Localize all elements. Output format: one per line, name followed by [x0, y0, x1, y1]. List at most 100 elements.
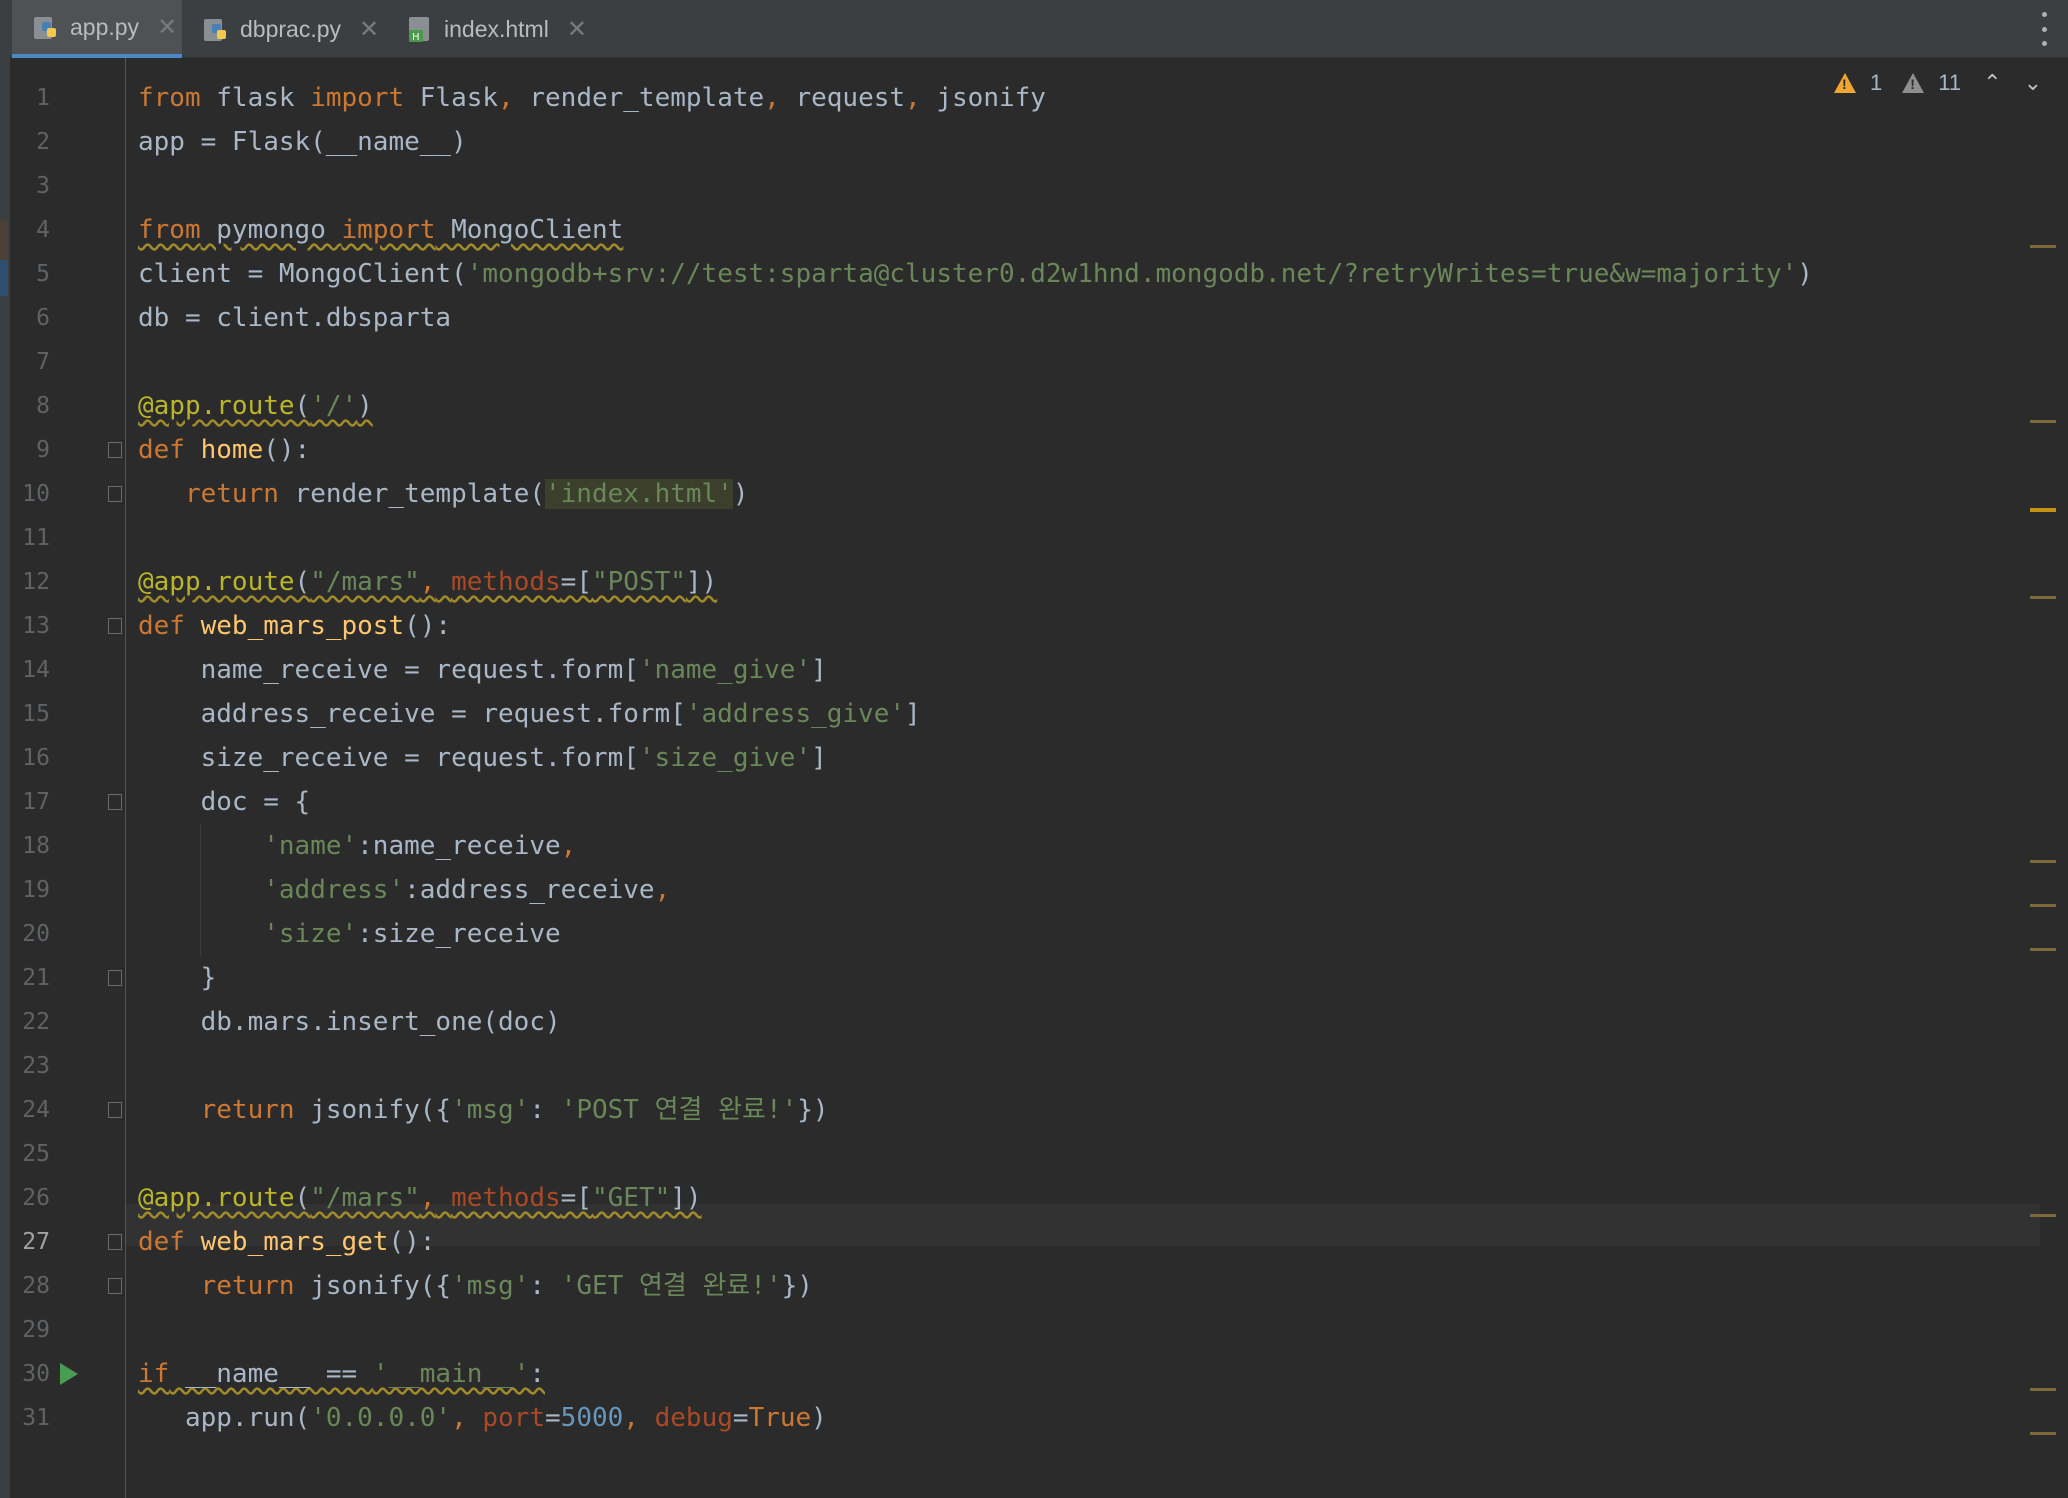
line-number[interactable]: 15	[10, 692, 50, 736]
line-number[interactable]: 26	[10, 1176, 50, 1220]
python-file-icon	[32, 13, 60, 41]
code-text: db.mars.insert_one(doc)	[138, 1007, 561, 1037]
code-text: @app.route('/')	[138, 391, 373, 421]
code-text: name_receive = request.form['name_give']	[138, 655, 827, 685]
line-number[interactable]: 2	[10, 120, 50, 164]
line-number[interactable]: 9	[10, 428, 50, 472]
close-icon[interactable]: ✕	[157, 13, 177, 42]
line-number[interactable]: 7	[10, 340, 50, 384]
code-text: return render_template('index.html')	[184, 479, 749, 509]
scrollbar-warning-marker[interactable]	[2030, 596, 2056, 599]
code-text: return jsonify({'msg': 'GET 연결 완료!'})	[200, 1271, 813, 1301]
line-number[interactable]: 4	[10, 208, 50, 252]
close-icon[interactable]: ✕	[567, 15, 587, 44]
code-text: from pymongo import MongoClient	[138, 215, 624, 245]
editor-tab-bar: app.py ✕ dbprac.py ✕ H index.html ✕	[0, 0, 2068, 58]
scrollbar-warning-marker[interactable]	[2030, 245, 2056, 248]
html-file-icon: H	[406, 15, 434, 43]
chevron-up-icon[interactable]: ⌃	[1983, 70, 2001, 96]
line-number[interactable]: 12	[10, 560, 50, 604]
code-text: db = client.dbsparta	[138, 303, 452, 333]
strip-marker-active	[0, 260, 8, 296]
line-number[interactable]: 30	[10, 1352, 50, 1396]
scrollbar-warning-marker[interactable]	[2030, 948, 2056, 951]
line-number[interactable]: 23	[10, 1044, 50, 1088]
gutter-divider	[125, 58, 126, 1498]
code-text: @app.route("/mars", methods=["POST"])	[138, 567, 718, 597]
code-text: 'name':name_receive,	[263, 831, 577, 861]
chevron-down-icon[interactable]: ⌄	[2024, 70, 2042, 96]
line-number[interactable]: 31	[10, 1396, 50, 1440]
line-number[interactable]: 17	[10, 780, 50, 824]
warning-icon	[1834, 73, 1857, 93]
more-options-icon[interactable]	[2034, 12, 2054, 46]
line-number[interactable]: 21	[10, 956, 50, 1000]
line-number[interactable]: 8	[10, 384, 50, 428]
fold-marker-icon[interactable]	[108, 442, 122, 458]
fold-marker-icon[interactable]	[108, 1278, 122, 1294]
tab-app-py[interactable]: app.py ✕	[12, 0, 182, 58]
tab-label: dbprac.py	[240, 15, 342, 42]
tab-index-html[interactable]: H index.html ✕	[390, 0, 600, 58]
scrollbar-warning-marker[interactable]	[2030, 1432, 2056, 1435]
line-number[interactable]: 3	[10, 164, 50, 208]
line-number[interactable]: 13	[10, 604, 50, 648]
scrollbar-warning-marker[interactable]	[2030, 1214, 2056, 1217]
code-text: client = MongoClient('mongodb+srv://test…	[138, 259, 1813, 289]
line-number[interactable]: 10	[10, 472, 50, 516]
scrollbar-warning-marker[interactable]	[2030, 1388, 2056, 1391]
tab-label: app.py	[70, 13, 140, 40]
fold-marker-icon[interactable]	[108, 486, 122, 502]
line-number[interactable]: 20	[10, 912, 50, 956]
fold-marker-icon[interactable]	[108, 1102, 122, 1118]
tab-label: index.html	[444, 15, 549, 42]
fold-marker-icon[interactable]	[108, 1234, 122, 1250]
tool-window-strip	[0, 0, 10, 1498]
line-number[interactable]: 16	[10, 736, 50, 780]
line-number[interactable]: 24	[10, 1088, 50, 1132]
scrollbar-warning-marker[interactable]	[2030, 904, 2056, 907]
warning-count: 11	[1938, 70, 1962, 95]
code-editor[interactable]: 1 from flask import Flask, render_templat…	[10, 58, 2068, 1498]
python-file-icon	[202, 15, 230, 43]
error-count: 1	[1870, 70, 1883, 95]
line-number[interactable]: 6	[10, 296, 50, 340]
inspection-widget[interactable]: 1 11 ⌃ ⌄	[1834, 70, 2042, 96]
scrollbar-warning-marker[interactable]	[2030, 860, 2056, 863]
code-text: doc = {	[138, 787, 311, 817]
code-text: app = Flask(__name__)	[138, 127, 467, 157]
line-number[interactable]: 5	[10, 252, 50, 296]
line-number[interactable]: 28	[10, 1264, 50, 1308]
code-text: 'size':size_receive	[263, 919, 561, 949]
code-text: def web_mars_get():	[138, 1227, 436, 1257]
code-text: app.run('0.0.0.0', port=5000, debug=True…	[138, 1403, 827, 1433]
tab-dbprac-py[interactable]: dbprac.py ✕	[186, 0, 386, 58]
line-number[interactable]: 14	[10, 648, 50, 692]
fold-marker-icon[interactable]	[108, 970, 122, 986]
line-number[interactable]: 27	[10, 1220, 50, 1264]
close-icon[interactable]: ✕	[359, 15, 379, 44]
code-text: size_receive = request.form['size_give']	[138, 743, 827, 773]
line-number[interactable]: 29	[10, 1308, 50, 1352]
line-number[interactable]: 25	[10, 1132, 50, 1176]
strip-marker	[0, 220, 8, 260]
line-number[interactable]: 18	[10, 824, 50, 868]
scrollbar-warning-marker[interactable]	[2030, 420, 2056, 423]
code-text: def web_mars_post():	[138, 611, 452, 641]
code-text: 'address':address_receive,	[263, 875, 671, 905]
run-gutter-icon[interactable]	[60, 1363, 78, 1385]
code-text: @app.route("/mars", methods=["GET"])	[138, 1183, 702, 1213]
code-text: from flask import Flask, render_template…	[138, 83, 1046, 113]
line-number[interactable]: 19	[10, 868, 50, 912]
indent-guide	[200, 824, 201, 956]
scrollbar-warning-marker[interactable]	[2030, 508, 2056, 512]
code-text: if __name__ == '__main__':	[138, 1359, 546, 1389]
code-text: }	[138, 963, 217, 993]
line-number[interactable]: 22	[10, 1000, 50, 1044]
line-number[interactable]: 1	[10, 76, 50, 120]
fold-marker-icon[interactable]	[108, 794, 122, 810]
fold-marker-icon[interactable]	[108, 618, 122, 634]
svg-text:H: H	[412, 32, 420, 43]
code-text: address_receive = request.form['address_…	[138, 699, 921, 729]
line-number[interactable]: 11	[10, 516, 50, 560]
